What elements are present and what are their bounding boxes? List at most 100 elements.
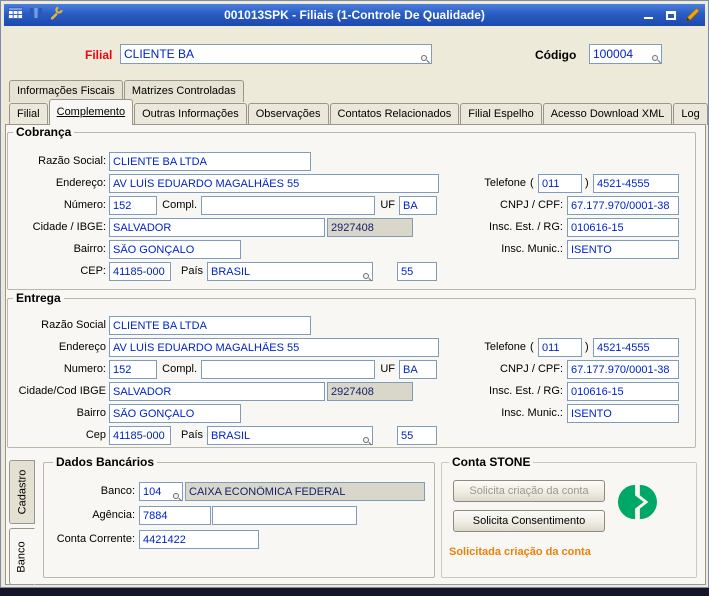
- conta-corrente-input[interactable]: [139, 530, 259, 549]
- cobranca-pais-lookup-icon[interactable]: [363, 273, 369, 279]
- entrega-compl-input[interactable]: [201, 360, 375, 379]
- tab-filial[interactable]: Filial: [9, 103, 48, 125]
- columns-icon: [29, 6, 43, 25]
- filial-lookup-icon[interactable]: [421, 55, 427, 61]
- entrega-uf-label: UF: [380, 363, 395, 375]
- cobranca-endereco-label: Endereço:: [55, 177, 106, 189]
- tab-filial-espelho[interactable]: Filial Espelho: [460, 103, 542, 125]
- title-bar: 001013SPK - Filiais (1-Controle De Quali…: [4, 4, 705, 26]
- agencia-extra-input[interactable]: [212, 506, 357, 525]
- entrega-paren-close: ): [585, 341, 589, 353]
- cobranca-cidade-input[interactable]: [109, 218, 325, 237]
- entrega-pais-cod-input[interactable]: [397, 426, 437, 445]
- cobranca-paren-open: (: [530, 177, 534, 189]
- entrega-insc-mun-label: Insc. Munic.:: [501, 407, 563, 419]
- tab-acesso-download-xml[interactable]: Acesso Download XML: [542, 103, 673, 125]
- filial-input[interactable]: [120, 44, 432, 64]
- cobranca-numero-label: Número:: [63, 199, 106, 211]
- dados-bancarios-title: Dados Bancários: [53, 455, 158, 469]
- entrega-cidade-input[interactable]: [109, 382, 325, 401]
- cobranca-pais-cod-input[interactable]: [397, 262, 437, 281]
- tab-row-primary: Filial Complemento Outras Informações Ob…: [9, 99, 708, 125]
- cobranca-insc-mun-input[interactable]: [567, 240, 679, 259]
- entrega-pais-input[interactable]: [207, 426, 373, 445]
- banco-nome-field: [185, 482, 425, 501]
- solicita-criacao-conta-button[interactable]: Solicita criação da conta: [453, 480, 605, 502]
- cobranca-insc-est-input[interactable]: [567, 218, 679, 237]
- cobranca-pais-input[interactable]: [207, 262, 373, 281]
- entrega-bairro-label: Bairro: [76, 407, 106, 419]
- banco-label: Banco:: [100, 485, 135, 497]
- entrega-ddd-input[interactable]: [538, 338, 582, 357]
- cobranca-telefone-input[interactable]: [593, 174, 679, 193]
- cobranca-uf-label: UF: [380, 199, 395, 211]
- entrega-endereco-label: Endereço: [58, 341, 106, 353]
- cobranca-numero-input[interactable]: [109, 196, 157, 215]
- cobranca-razao-input[interactable]: [109, 152, 311, 171]
- entrega-insc-mun-input[interactable]: [567, 404, 679, 423]
- entrega-pais-lookup-icon[interactable]: [363, 437, 369, 443]
- cobranca-ibge-field: [327, 218, 413, 237]
- edit-pencil-icon[interactable]: [684, 8, 701, 23]
- cobranca-compl-input[interactable]: [201, 196, 375, 215]
- conta-stone-title: Conta STONE: [449, 455, 534, 469]
- solicita-consentimento-button[interactable]: Solicita Consentimento: [453, 510, 605, 532]
- side-tab-banco[interactable]: Banco: [9, 528, 35, 585]
- cobranca-insc-mun-label: Insc. Munic.:: [501, 243, 563, 255]
- cobranca-cnpj-input[interactable]: [567, 196, 679, 215]
- stone-status-text: Solicitada criação da conta: [449, 546, 591, 558]
- window-title: 001013SPK - Filiais (1-Controle De Quali…: [224, 8, 485, 22]
- minimize-button[interactable]: [640, 8, 657, 23]
- cobranca-bairro-label: Bairro:: [73, 243, 106, 255]
- cobranca-endereco-input[interactable]: [109, 174, 439, 193]
- maximize-button[interactable]: [662, 8, 679, 23]
- entrega-endereco-input[interactable]: [109, 338, 439, 357]
- stone-logo-icon: [617, 482, 657, 527]
- cobranca-cep-input[interactable]: [109, 262, 171, 281]
- entrega-telefone-label: Telefone: [484, 341, 526, 353]
- agencia-label: Agência:: [92, 509, 135, 521]
- cobranca-insc-est-label: Insc. Est. / RG:: [489, 221, 563, 233]
- tab-outras-informacoes[interactable]: Outras Informações: [134, 103, 247, 125]
- cobranca-uf-input[interactable]: [399, 196, 437, 215]
- tab-contatos-relacionados[interactable]: Contatos Relacionados: [329, 103, 460, 125]
- entrega-insc-est-label: Insc. Est. / RG:: [489, 385, 563, 397]
- agencia-input[interactable]: [139, 506, 211, 525]
- entrega-compl-label: Compl.: [162, 363, 197, 375]
- wrench-icon[interactable]: [49, 5, 63, 25]
- conta-corrente-label: Conta Corrente:: [56, 533, 135, 545]
- entrega-uf-input[interactable]: [399, 360, 437, 379]
- grid-icon: [8, 6, 23, 25]
- banco-lookup-icon[interactable]: [173, 493, 179, 499]
- cobranca-cep-label: CEP:: [80, 265, 106, 277]
- tab-complemento[interactable]: Complemento: [48, 99, 134, 125]
- entrega-razao-input[interactable]: [109, 316, 311, 335]
- cobranca-pais-label: País: [180, 265, 203, 277]
- codigo-label: Código: [535, 48, 577, 62]
- entrega-telefone-input[interactable]: [593, 338, 679, 357]
- entrega-paren-open: (: [530, 341, 534, 353]
- cobranca-title: Cobrança: [13, 125, 75, 139]
- entrega-numero-input[interactable]: [109, 360, 157, 379]
- entrega-cidade-label: Cidade/Cod IBGE: [18, 385, 106, 397]
- tab-observacoes[interactable]: Observações: [247, 103, 329, 125]
- entrega-pais-label: País: [180, 429, 203, 441]
- codigo-lookup-icon[interactable]: [652, 55, 658, 61]
- entrega-cep-input[interactable]: [109, 426, 171, 445]
- cobranca-compl-label: Compl.: [162, 199, 197, 211]
- entrega-cnpj-label: CNPJ / CPF:: [500, 363, 563, 375]
- side-tab-cadastro[interactable]: Cadastro: [9, 460, 35, 524]
- cobranca-cidade-label: Cidade / IBGE:: [32, 221, 106, 233]
- app-window: 001013SPK - Filiais (1-Controle De Quali…: [0, 0, 709, 588]
- entrega-numero-label: Numero:: [63, 363, 106, 375]
- entrega-bairro-input[interactable]: [109, 404, 241, 423]
- codigo-input[interactable]: [589, 44, 662, 64]
- cobranca-telefone-label: Telefone: [484, 177, 526, 189]
- tab-log[interactable]: Log: [673, 103, 708, 125]
- entrega-razao-label: Razão Social: [41, 319, 106, 331]
- entrega-cnpj-input[interactable]: [567, 360, 679, 379]
- cobranca-bairro-input[interactable]: [109, 240, 241, 259]
- cobranca-ddd-input[interactable]: [538, 174, 582, 193]
- cobranca-paren-close: ): [585, 177, 589, 189]
- entrega-insc-est-input[interactable]: [567, 382, 679, 401]
